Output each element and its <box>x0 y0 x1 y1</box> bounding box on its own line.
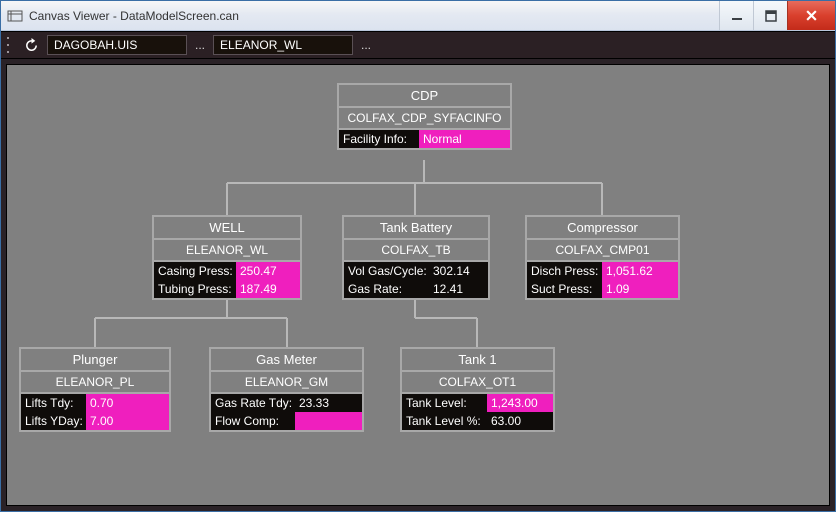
row-value: 187.49 <box>236 280 300 298</box>
row-value: Normal <box>419 130 510 148</box>
toolbar: DAGOBAH.UIS ... ELEANOR_WL ... <box>1 31 835 59</box>
path-box-1-text: DAGOBAH.UIS <box>54 38 137 52</box>
node-well-sub: ELEANOR_WL <box>154 240 300 262</box>
node-row: Vol Gas/Cycle: 302.14 <box>344 262 488 280</box>
row-label: Vol Gas/Cycle: <box>344 262 429 280</box>
node-gas-meter-sub: ELEANOR_GM <box>211 372 362 394</box>
row-label: Flow Comp: <box>211 412 295 430</box>
path-box-2-browse[interactable]: ... <box>359 35 373 55</box>
node-plunger-title: Plunger <box>21 349 169 372</box>
row-label: Facility Info: <box>339 130 419 148</box>
row-label: Disch Press: <box>527 262 602 280</box>
node-tank-battery-sub: COLFAX_TB <box>344 240 488 262</box>
node-compressor-sub: COLFAX_CMP01 <box>527 240 678 262</box>
node-cdp[interactable]: CDP COLFAX_CDP_SYFACINFO Facility Info: … <box>337 83 512 150</box>
node-row: Lifts YDay: 7.00 <box>21 412 169 430</box>
node-row: Suct Press: 1.09 <box>527 280 678 298</box>
row-value: 250.47 <box>236 262 300 280</box>
node-row: Flow Comp: <box>211 412 362 430</box>
titlebar[interactable]: Canvas Viewer - DataModelScreen.can <box>1 1 835 31</box>
row-label: Lifts YDay: <box>21 412 86 430</box>
row-value: 63.00 <box>487 412 553 430</box>
canvas-wrap: CDP COLFAX_CDP_SYFACINFO Facility Info: … <box>1 59 835 511</box>
close-button[interactable] <box>787 1 835 30</box>
node-cdp-sub: COLFAX_CDP_SYFACINFO <box>339 108 510 130</box>
row-label: Tank Level: <box>402 394 487 412</box>
path-box-2[interactable]: ELEANOR_WL <box>213 35 353 55</box>
row-value: 1.09 <box>602 280 678 298</box>
path-box-1[interactable]: DAGOBAH.UIS <box>47 35 187 55</box>
toolbar-grip-icon[interactable] <box>7 37 13 53</box>
row-value: 7.00 <box>86 412 169 430</box>
row-value <box>295 412 362 430</box>
path-box-2-text: ELEANOR_WL <box>220 38 302 52</box>
node-well[interactable]: WELL ELEANOR_WL Casing Press: 250.47 Tub… <box>152 215 302 300</box>
node-compressor-title: Compressor <box>527 217 678 240</box>
node-compressor[interactable]: Compressor COLFAX_CMP01 Disch Press: 1,0… <box>525 215 680 300</box>
row-label: Casing Press: <box>154 262 236 280</box>
node-cdp-title: CDP <box>339 85 510 108</box>
window-buttons <box>719 1 835 30</box>
minimize-button[interactable] <box>719 1 753 30</box>
node-row: Tank Level: 1,243.00 <box>402 394 553 412</box>
row-value: 23.33 <box>295 394 362 412</box>
row-value: 0.70 <box>86 394 169 412</box>
node-tank-battery-title: Tank Battery <box>344 217 488 240</box>
node-plunger[interactable]: Plunger ELEANOR_PL Lifts Tdy: 0.70 Lifts… <box>19 347 171 432</box>
canvas[interactable]: CDP COLFAX_CDP_SYFACINFO Facility Info: … <box>6 64 830 506</box>
node-tank-1-sub: COLFAX_OT1 <box>402 372 553 394</box>
node-tank-battery[interactable]: Tank Battery COLFAX_TB Vol Gas/Cycle: 30… <box>342 215 490 300</box>
node-row: Gas Rate: 12.41 <box>344 280 488 298</box>
row-label: Gas Rate: <box>344 280 429 298</box>
row-value: 12.41 <box>429 280 488 298</box>
refresh-button[interactable] <box>21 35 41 55</box>
node-gas-meter[interactable]: Gas Meter ELEANOR_GM Gas Rate Tdy: 23.33… <box>209 347 364 432</box>
node-plunger-sub: ELEANOR_PL <box>21 372 169 394</box>
row-label: Tank Level %: <box>402 412 487 430</box>
node-row: Lifts Tdy: 0.70 <box>21 394 169 412</box>
app-window: Canvas Viewer - DataModelScreen.can DAGO… <box>0 0 836 512</box>
row-label: Suct Press: <box>527 280 602 298</box>
node-row: Tank Level %: 63.00 <box>402 412 553 430</box>
app-icon <box>7 8 23 24</box>
path-box-1-browse[interactable]: ... <box>193 35 207 55</box>
node-row: Gas Rate Tdy: 23.33 <box>211 394 362 412</box>
row-value: 1,243.00 <box>487 394 553 412</box>
row-value: 1,051.62 <box>602 262 678 280</box>
row-label: Lifts Tdy: <box>21 394 86 412</box>
node-gas-meter-title: Gas Meter <box>211 349 362 372</box>
node-row: Casing Press: 250.47 <box>154 262 300 280</box>
node-tank-1[interactable]: Tank 1 COLFAX_OT1 Tank Level: 1,243.00 T… <box>400 347 555 432</box>
node-row: Disch Press: 1,051.62 <box>527 262 678 280</box>
node-row: Tubing Press: 187.49 <box>154 280 300 298</box>
node-row: Facility Info: Normal <box>339 130 510 148</box>
node-tank-1-title: Tank 1 <box>402 349 553 372</box>
window-title: Canvas Viewer - DataModelScreen.can <box>29 9 719 23</box>
row-label: Tubing Press: <box>154 280 236 298</box>
node-well-title: WELL <box>154 217 300 240</box>
maximize-button[interactable] <box>753 1 787 30</box>
row-value: 302.14 <box>429 262 488 280</box>
row-label: Gas Rate Tdy: <box>211 394 295 412</box>
